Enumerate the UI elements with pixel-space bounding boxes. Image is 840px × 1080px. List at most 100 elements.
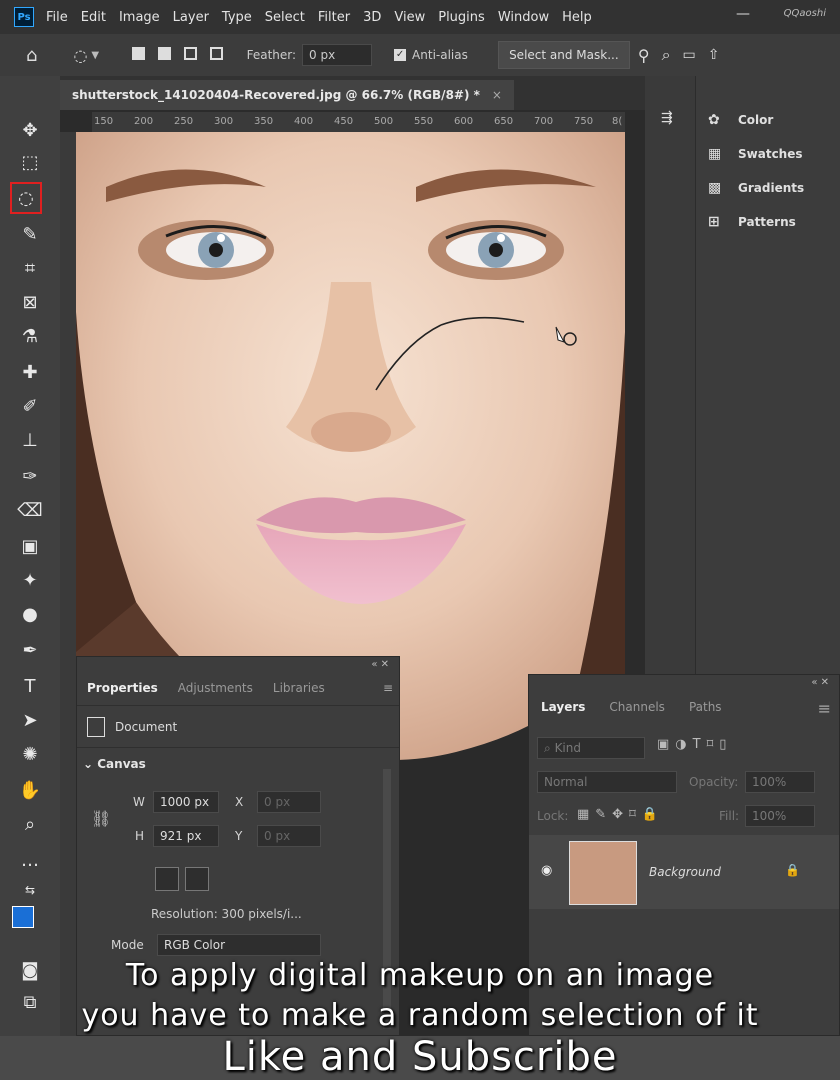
- tab-layers[interactable]: Layers: [529, 700, 597, 714]
- horizontal-ruler: 150 200 250 300 350 400 450 500 550 600 …: [92, 112, 625, 133]
- lasso-preset-icon[interactable]: ◌: [73, 46, 87, 65]
- shape-tool-icon[interactable]: ✺: [12, 740, 48, 768]
- fill-input[interactable]: 100%: [745, 805, 815, 827]
- new-selection-icon[interactable]: [132, 47, 146, 60]
- tab-libraries[interactable]: Libraries: [263, 681, 335, 695]
- tab-adjustments[interactable]: Adjustments: [168, 681, 263, 695]
- tab-properties[interactable]: Properties: [77, 681, 168, 695]
- panel-color[interactable]: ✿ Color: [708, 110, 773, 130]
- minimize-icon[interactable]: —: [736, 6, 750, 22]
- ruler-tick-label: 450: [334, 116, 354, 127]
- opacity-input[interactable]: 100%: [745, 771, 815, 793]
- add-selection-icon[interactable]: [157, 47, 171, 60]
- menu-view[interactable]: View: [394, 10, 425, 25]
- document-tab[interactable]: shutterstock_141020404-Recovered.jpg @ 6…: [60, 80, 514, 110]
- layers-tabs: Layers Channels Paths: [529, 693, 734, 721]
- search-icon[interactable]: ⌕: [662, 45, 671, 65]
- lock-icons[interactable]: ▦✎✥⌑🔒: [577, 807, 664, 822]
- menu-type[interactable]: Type: [222, 10, 252, 25]
- workspace-icon[interactable]: ▭: [683, 47, 696, 63]
- brush-tool-icon[interactable]: ✐: [12, 392, 48, 420]
- select-and-mask-button[interactable]: Select and Mask...: [497, 41, 630, 69]
- subtract-selection-icon[interactable]: [183, 47, 197, 60]
- vertical-ruler: [60, 132, 77, 1036]
- link-icon[interactable]: ⛓: [91, 809, 111, 828]
- portrait-orientation-button[interactable]: [155, 867, 179, 891]
- feather-input[interactable]: 0 px: [302, 44, 373, 66]
- zoom-tool-icon[interactable]: ⌕: [12, 810, 48, 838]
- menu-select[interactable]: Select: [265, 10, 305, 25]
- swap-colors-icon[interactable]: ⇆: [12, 876, 48, 904]
- move-tool-icon[interactable]: ✥: [12, 116, 48, 144]
- menu-file[interactable]: File: [46, 10, 68, 25]
- dodge-tool-icon[interactable]: ●: [12, 600, 48, 628]
- photoshop-logo-icon[interactable]: Ps: [14, 7, 34, 27]
- tab-channels[interactable]: Channels: [597, 700, 677, 714]
- panel-menu-icon[interactable]: ≡: [383, 681, 393, 695]
- height-input[interactable]: 921 px: [153, 825, 219, 847]
- foreground-color-swatch[interactable]: [12, 906, 34, 928]
- menu-plugins[interactable]: Plugins: [438, 10, 485, 25]
- y-input[interactable]: 0 px: [257, 825, 321, 847]
- filter-icons[interactable]: ▣◑T⌑▯: [657, 737, 732, 752]
- x-input[interactable]: 0 px: [257, 791, 321, 813]
- healing-brush-tool-icon[interactable]: ✚: [12, 358, 48, 386]
- close-icon[interactable]: ×: [492, 88, 502, 102]
- subject-select-icon[interactable]: ⚲: [638, 46, 650, 65]
- frame-tool-icon[interactable]: ⊠: [12, 288, 48, 316]
- menu-edit[interactable]: Edit: [81, 10, 106, 25]
- tab-paths[interactable]: Paths: [677, 700, 734, 714]
- panel-gradients[interactable]: ▩ Gradients: [708, 178, 804, 198]
- menu-layer[interactable]: Layer: [173, 10, 209, 25]
- ruler-tick-label: 500: [374, 116, 394, 127]
- eraser-tool-icon[interactable]: ⌫: [12, 496, 48, 524]
- visibility-eye-icon[interactable]: ◉: [541, 863, 552, 878]
- layer-name[interactable]: Background: [649, 865, 721, 879]
- crop-tool-icon[interactable]: ⌗: [12, 254, 48, 282]
- ruler-tick-label: 350: [254, 116, 274, 127]
- more-tools-icon[interactable]: …: [12, 846, 48, 874]
- search-icon: ⌕: [544, 740, 551, 755]
- blend-mode-select[interactable]: Normal: [537, 771, 677, 793]
- history-brush-tool-icon[interactable]: ✑: [12, 462, 48, 490]
- options-bar: ⌂ ◌ ▼ Feather: 0 px ✓ Anti-alias Select …: [0, 34, 840, 77]
- panel-patterns[interactable]: ⊞ Patterns: [708, 212, 796, 232]
- chevron-down-icon[interactable]: ▼: [91, 50, 99, 61]
- menu-3d[interactable]: 3D: [363, 10, 381, 25]
- panel-swatches[interactable]: ▦ Swatches: [708, 144, 803, 164]
- menu-window[interactable]: Window: [498, 10, 549, 25]
- ruler-tick-label: 400: [294, 116, 314, 127]
- antialias-label: Anti-alias: [412, 48, 468, 62]
- panel-menu-icon[interactable]: ≡: [818, 699, 831, 718]
- menu-filter[interactable]: Filter: [318, 10, 350, 25]
- landscape-orientation-button[interactable]: [185, 867, 209, 891]
- menu-help[interactable]: Help: [562, 10, 592, 25]
- path-select-tool-icon[interactable]: ➤: [12, 706, 48, 734]
- intersect-selection-icon[interactable]: [209, 47, 223, 60]
- lasso-tool-icon[interactable]: ◌: [10, 182, 42, 214]
- width-input[interactable]: 1000 px: [153, 791, 219, 813]
- gradient-tool-icon[interactable]: ▣: [12, 532, 48, 560]
- hand-tool-icon[interactable]: ✋: [12, 776, 48, 804]
- ruler-tick-label: 600: [454, 116, 474, 127]
- kind-filter-select[interactable]: ⌕ Kind: [537, 737, 645, 759]
- pen-tool-icon[interactable]: ✒: [12, 636, 48, 664]
- home-icon[interactable]: ⌂: [26, 45, 37, 66]
- eyedropper-tool-icon[interactable]: ⚗: [12, 322, 48, 350]
- caption-line-1: To apply digital makeup on an image: [125, 958, 715, 993]
- panel-close-icon[interactable]: « ✕: [811, 677, 829, 688]
- canvas-section[interactable]: ⌄ Canvas: [83, 757, 146, 771]
- antialias-checkbox[interactable]: ✓: [394, 49, 407, 61]
- mode-select[interactable]: RGB Color: [157, 934, 321, 956]
- layer-row-background[interactable]: ◉ Background 🔒: [529, 835, 839, 909]
- stamp-tool-icon[interactable]: ⊥: [12, 426, 48, 454]
- history-icon[interactable]: ⇶: [661, 110, 673, 126]
- quick-select-tool-icon[interactable]: ✎: [12, 220, 48, 248]
- panel-close-icon[interactable]: « ✕: [371, 659, 389, 670]
- marquee-tool-icon[interactable]: ⬚: [12, 148, 48, 176]
- share-icon[interactable]: ⇧: [708, 47, 720, 63]
- type-tool-icon[interactable]: T: [12, 672, 48, 700]
- caption-subscribe: Like and Subscribe: [222, 1034, 618, 1080]
- blur-tool-icon[interactable]: ✦: [12, 566, 48, 594]
- menu-image[interactable]: Image: [119, 10, 160, 25]
